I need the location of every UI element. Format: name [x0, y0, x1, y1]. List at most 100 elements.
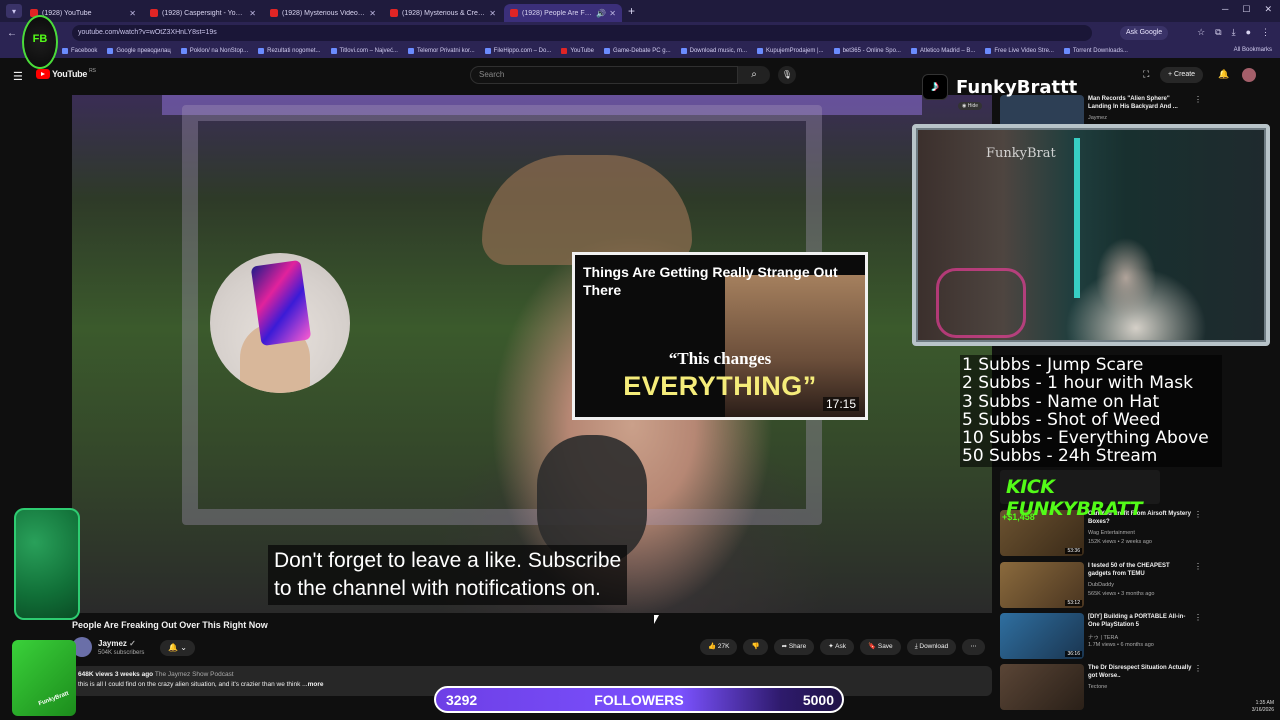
- description-podcast-link[interactable]: The Jaymez Show Podcast: [155, 671, 234, 678]
- menu-icon[interactable]: ⋮: [1261, 27, 1270, 38]
- bookmark-label: FileHippo.com – Do...: [493, 48, 552, 54]
- ask-google-button[interactable]: Ask Google: [1120, 26, 1169, 40]
- bookmark-item[interactable]: Torrent Downloads...: [1063, 48, 1128, 54]
- browser-tab-active[interactable]: (1928) People Are Freaking 🔊 ✕: [504, 4, 622, 22]
- all-bookmarks-button[interactable]: All Bookmarks: [1234, 47, 1272, 53]
- bookmark-item[interactable]: FileHippo.com – Do...: [484, 48, 552, 54]
- sub-goal-item: 1 Subbs - Jump Scare: [962, 355, 1144, 375]
- bookmark-item[interactable]: Rezultati nogomet...: [258, 48, 321, 54]
- endscreen-video-card[interactable]: Things Are Getting Really Strange Out Th…: [572, 252, 868, 420]
- recommendation-item[interactable]: 36:16 [DIY] Building a PORTABLE All-in-O…: [1000, 613, 1210, 659]
- dislike-button[interactable]: 👎: [743, 639, 768, 655]
- recommendation-title: Man Records "Alien Sphere" Landing In Hi…: [1088, 96, 1178, 110]
- bookmark-item[interactable]: Telemor Privatni kor...: [407, 48, 475, 54]
- bookmark-item[interactable]: Atletico Madrid – B...: [910, 48, 975, 54]
- recommendation-duration: 36:16: [1065, 651, 1082, 657]
- notifications-bell-icon[interactable]: 🔔: [1218, 69, 1229, 80]
- subscription-bell-button[interactable]: 🔔 ⌄: [160, 640, 195, 656]
- account-avatar[interactable]: [1242, 68, 1256, 82]
- maximize-icon[interactable]: ☐: [1242, 4, 1250, 15]
- search-button[interactable]: ⌕: [738, 66, 770, 84]
- bookmark-item[interactable]: Download music, m...: [680, 48, 747, 54]
- recommendation-title: I tested 50 of the CHEAPEST gadgets from…: [1088, 563, 1170, 577]
- browser-tab[interactable]: (1928) Mysterious Videos That'l ✕: [264, 4, 382, 22]
- bookmark-icon: 🔖: [867, 643, 877, 650]
- save-label: Save: [877, 643, 893, 650]
- bookmark-item[interactable]: Titlovi.com – Najveć...: [330, 48, 398, 54]
- voice-search-button[interactable]: 🎙: [778, 66, 796, 84]
- channel-name-text: Jaymez: [98, 639, 127, 648]
- bookmark-item[interactable]: Free Live Video Stre...: [985, 48, 1054, 54]
- subscriber-count: 504K subscribers: [98, 650, 145, 656]
- address-bar[interactable]: youtube.com/watch?v=wOtZ3XHnLY8st=19s: [72, 25, 1092, 41]
- browser-tab[interactable]: (1928) Caspersight - YouTube ✕: [144, 4, 262, 22]
- bookmark-icon: [107, 48, 114, 54]
- youtube-header: ☰ YouTube RS Search ⌕ 🎙 ⛶ + Create 🔔: [0, 58, 1280, 92]
- bookmark-item[interactable]: Google преводилац: [107, 48, 171, 54]
- video-title: People Are Freaking Out Over This Right …: [72, 620, 268, 630]
- video-player[interactable]: Things Are Getting Really Strange Out Th…: [72, 95, 992, 613]
- download-button[interactable]: ⤓ Download: [906, 639, 957, 655]
- browser-tab[interactable]: (1928) Mysterious & Creepy Ti ✕: [384, 4, 502, 22]
- bookmark-item[interactable]: Game-Debate PC g...: [603, 48, 671, 54]
- hide-overlay-button[interactable]: ◉ Hide: [958, 102, 983, 110]
- more-options-icon[interactable]: ⋮: [1194, 510, 1202, 519]
- star-icon[interactable]: ☆: [1197, 27, 1205, 38]
- tab-search-button[interactable]: ▾: [6, 4, 22, 18]
- close-icon[interactable]: ✕: [489, 9, 496, 18]
- back-icon[interactable]: ←: [4, 28, 20, 39]
- bookmark-icon: [330, 48, 337, 54]
- new-tab-button[interactable]: +: [628, 4, 635, 18]
- channel-name[interactable]: Jaymez ✓: [98, 639, 136, 648]
- download-icon[interactable]: ⤓: [1232, 27, 1236, 38]
- close-window-icon[interactable]: ✕: [1264, 4, 1272, 15]
- bookmark-item[interactable]: Poklon/ na NonStop...: [180, 48, 248, 54]
- recommendation-thumbnail: [1000, 664, 1084, 710]
- streamer-badge: FunkyBratt: [12, 640, 76, 716]
- more-options-icon[interactable]: ⋮: [1194, 664, 1202, 673]
- bookmark-item[interactable]: YouTube: [561, 48, 594, 54]
- followers-goal: 5000: [802, 692, 834, 708]
- tab-label: (1928) Mysterious & Creepy Ti: [402, 9, 486, 17]
- more-options-icon[interactable]: ⋮: [1194, 562, 1202, 571]
- caption-line: Don't forget to leave a like. Subscribe: [274, 549, 622, 572]
- search-input[interactable]: Search: [470, 66, 738, 84]
- youtube-play-icon: [36, 69, 50, 79]
- extensions-icon[interactable]: ⧉: [1215, 27, 1221, 38]
- chevron-down-icon: ⌄: [180, 643, 187, 652]
- bookmark-icon: [680, 48, 687, 54]
- clock-time: 1:35 AM: [1255, 700, 1274, 706]
- description-more-link[interactable]: more: [308, 681, 324, 688]
- profile-icon[interactable]: ●: [1246, 27, 1251, 38]
- close-icon[interactable]: ✕: [249, 9, 256, 18]
- close-icon[interactable]: ✕: [609, 9, 616, 18]
- bookmark-item[interactable]: bet365 - Online Spo...: [833, 48, 901, 54]
- bookmark-label: bet365 - Online Spo...: [842, 48, 901, 54]
- recommendation-item[interactable]: 53:12 I tested 50 of the CHEAPEST gadget…: [1000, 562, 1210, 608]
- like-button[interactable]: 👍 27K: [700, 639, 738, 655]
- endcard-title: Things Are Getting Really Strange Out Th…: [583, 264, 838, 298]
- bookmark-icon: [561, 48, 568, 54]
- create-button[interactable]: + Create: [1160, 67, 1204, 83]
- close-icon[interactable]: ✕: [369, 9, 376, 18]
- share-button[interactable]: ➦ Share: [773, 639, 815, 655]
- youtube-logo[interactable]: YouTube RS: [36, 68, 96, 79]
- more-options-icon[interactable]: ⋮: [1194, 613, 1202, 622]
- save-button[interactable]: 🔖 Save: [859, 639, 901, 655]
- cast-icon[interactable]: ⛶: [1143, 69, 1149, 80]
- like-count: 27K: [717, 643, 730, 650]
- screen: ▾ (1928) YouTube ✕ (1928) Caspersight - …: [0, 0, 1280, 720]
- bookmark-item[interactable]: KupujemProdajem |...: [757, 48, 824, 54]
- system-clock[interactable]: 1:35 AM 3/16/2026: [1180, 700, 1280, 720]
- bookmark-label: Telemor Privatni kor...: [416, 48, 475, 54]
- ask-button[interactable]: ✦ Ask: [820, 639, 854, 655]
- speaker-icon[interactable]: 🔊: [596, 9, 606, 18]
- close-icon[interactable]: ✕: [129, 9, 136, 18]
- bookmark-item[interactable]: Facebook: [62, 48, 97, 54]
- menu-hamburger-icon[interactable]: ☰: [13, 70, 23, 83]
- minimize-icon[interactable]: ─: [1222, 4, 1228, 15]
- more-options-icon[interactable]: ⋮: [1194, 95, 1202, 104]
- channel-logo-text: FB: [32, 33, 48, 45]
- more-actions-button[interactable]: ⋯: [962, 639, 985, 655]
- recommendation-item[interactable]: The Dr Disrespect Situation Actually got…: [1000, 664, 1210, 710]
